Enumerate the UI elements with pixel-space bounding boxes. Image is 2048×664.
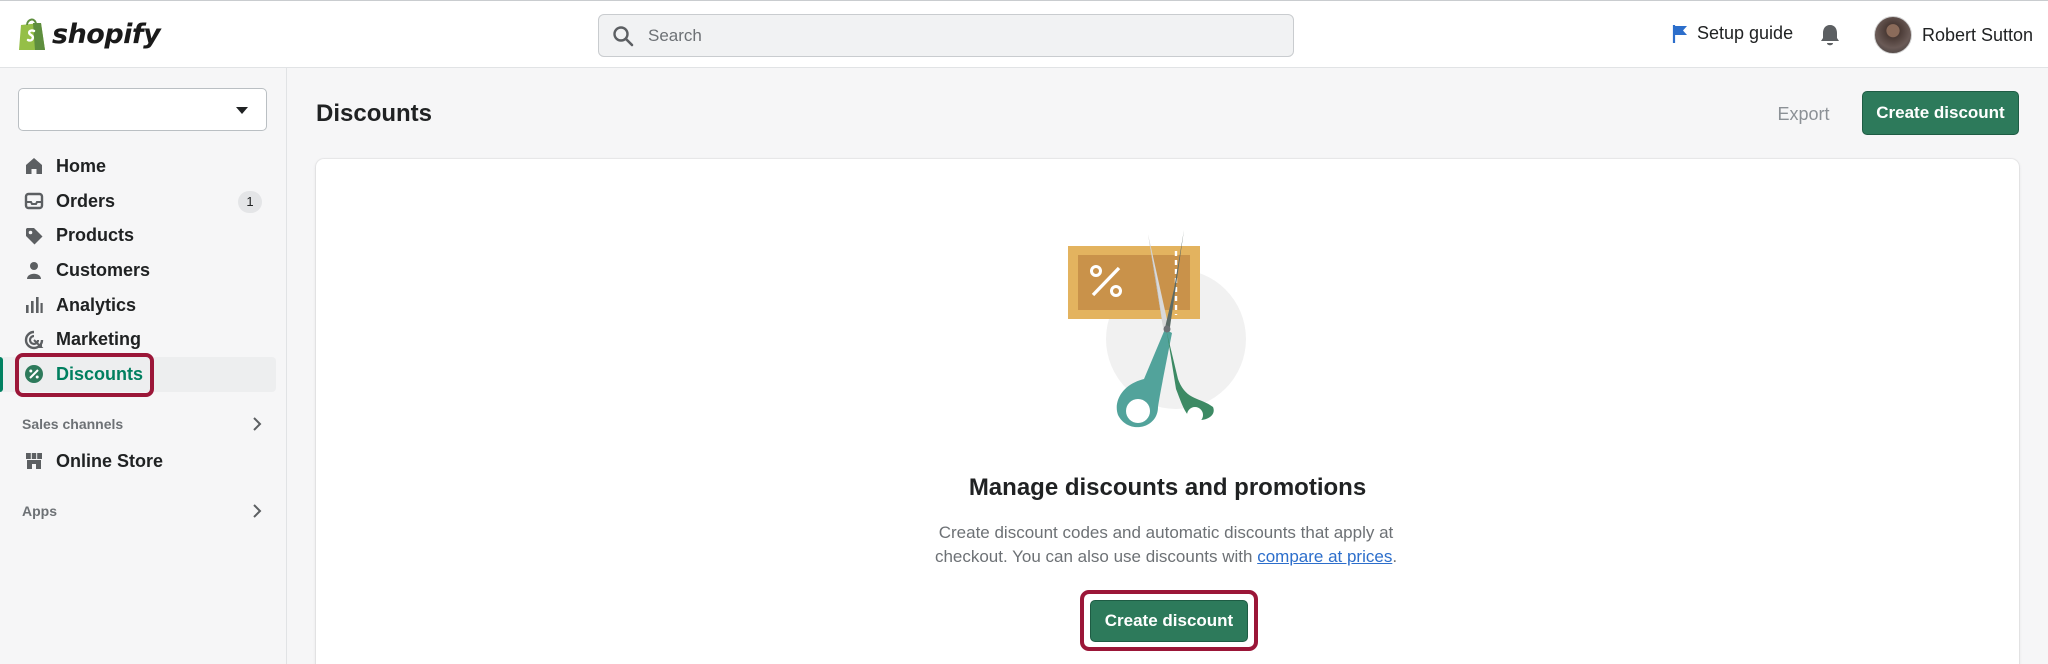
avatar bbox=[1874, 16, 1912, 54]
empty-state-card: Manage discounts and promotions Create d… bbox=[316, 159, 2019, 664]
brand-name: shopify bbox=[52, 18, 161, 50]
create-discount-main-button[interactable]: Create discount bbox=[1090, 600, 1248, 642]
sidebar-item-customers[interactable]: Customers bbox=[0, 253, 287, 288]
discount-scissors-illustration bbox=[1068, 230, 1246, 428]
search-icon bbox=[613, 25, 634, 46]
apps-title: Apps bbox=[22, 503, 57, 519]
sidebar-item-home[interactable]: Home bbox=[0, 149, 287, 184]
sidebar-item-label: Analytics bbox=[56, 294, 137, 315]
shopify-bag-icon bbox=[19, 18, 45, 50]
page-title: Discounts bbox=[316, 100, 433, 127]
create-discount-button[interactable]: Create discount bbox=[1862, 91, 2019, 135]
sidebar: Home Orders 1 Products Customers Analyti… bbox=[0, 68, 287, 664]
sales-channels-title: Sales channels bbox=[22, 416, 124, 432]
home-icon bbox=[26, 158, 42, 175]
sidebar-item-orders[interactable]: Orders 1 bbox=[0, 184, 287, 219]
sidebar-item-label: Online Store bbox=[56, 450, 164, 471]
sidebar-item-label: Customers bbox=[56, 259, 151, 280]
sales-channels-header[interactable]: Sales channels bbox=[22, 416, 262, 432]
search-input[interactable]: Search bbox=[598, 14, 1294, 57]
tag-icon bbox=[26, 227, 43, 245]
orders-icon bbox=[24, 192, 44, 210]
target-icon bbox=[24, 330, 44, 349]
setup-guide-label: Setup guide bbox=[1697, 23, 1794, 43]
setup-guide-button[interactable]: Setup guide bbox=[1672, 23, 1793, 44]
chevron-right-icon bbox=[253, 417, 262, 431]
flag-icon bbox=[1672, 24, 1687, 43]
user-menu[interactable]: Robert Sutton bbox=[1874, 16, 2033, 54]
empty-state-period: . bbox=[1392, 547, 1398, 566]
user-name: Robert Sutton bbox=[1922, 24, 2034, 45]
sidebar-item-label: Orders bbox=[56, 190, 116, 211]
sidebar-item-marketing[interactable]: Marketing bbox=[0, 322, 287, 357]
bell-icon[interactable] bbox=[1819, 23, 1841, 47]
sidebar-item-analytics[interactable]: Analytics bbox=[0, 288, 287, 323]
empty-state-title: Manage discounts and promotions bbox=[968, 474, 1367, 501]
sidebar-item-online-store[interactable]: Online Store bbox=[0, 444, 287, 479]
export-button[interactable]: Export bbox=[1765, 93, 1842, 136]
sidebar-item-label: Marketing bbox=[56, 329, 142, 350]
top-bar: shopify Search Setup guide Robert Sutton bbox=[0, 0, 2048, 68]
apps-header[interactable]: Apps bbox=[22, 503, 262, 519]
sidebar-item-label: Home bbox=[56, 155, 107, 176]
search-placeholder: Search bbox=[648, 25, 702, 45]
sidebar-item-label: Products bbox=[56, 225, 135, 246]
discounts-highlight-outline bbox=[15, 353, 154, 397]
bar-chart-icon bbox=[26, 297, 43, 314]
compare-at-prices-link[interactable]: compare at prices bbox=[1257, 547, 1392, 566]
empty-state-description: Create discount codes and automatic disc… bbox=[916, 521, 1416, 569]
store-icon bbox=[26, 453, 42, 470]
sidebar-item-products[interactable]: Products bbox=[0, 218, 287, 253]
shopify-logo[interactable]: shopify bbox=[17, 16, 161, 52]
store-selector[interactable] bbox=[18, 88, 267, 131]
person-icon bbox=[27, 262, 41, 280]
chevron-right-icon bbox=[253, 504, 262, 518]
caret-down-icon bbox=[236, 107, 248, 114]
active-indicator bbox=[0, 357, 3, 392]
orders-count-badge: 1 bbox=[238, 190, 262, 213]
